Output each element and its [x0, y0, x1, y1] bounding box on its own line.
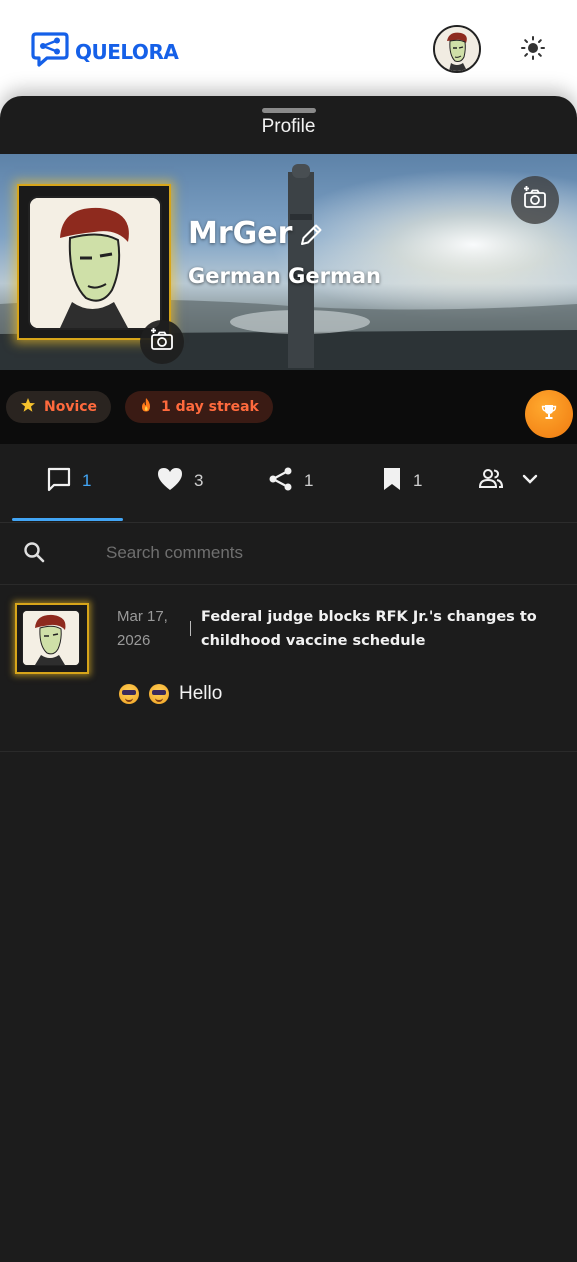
comment-item[interactable]: Mar 17, 2026 Federal judge blocks RFK Jr… — [0, 585, 577, 752]
comment-avatar[interactable] — [22, 610, 80, 666]
bookmark-icon — [381, 466, 403, 497]
comment-avatar-frame — [15, 603, 89, 674]
change-avatar-button[interactable] — [140, 320, 184, 364]
comment-icon — [46, 466, 72, 497]
user-avatar[interactable] — [433, 25, 481, 73]
edit-name-button[interactable] — [296, 220, 326, 250]
heart-icon — [156, 466, 184, 497]
activity-tabs: 1 3 1 1 — [0, 444, 577, 523]
search-icon — [22, 540, 46, 569]
sheet-title: Profile — [261, 116, 316, 137]
tab-followers-dropdown[interactable] — [478, 466, 540, 496]
app-bar: QUELORA — [0, 0, 577, 100]
sheet-drag-handle[interactable] — [262, 108, 316, 113]
pencil-icon — [296, 224, 326, 254]
smiling-face-with-sunglasses-icon — [149, 684, 169, 704]
smiling-face-with-sunglasses-icon — [119, 684, 139, 704]
sun-icon — [520, 35, 546, 66]
change-cover-button[interactable] — [511, 176, 559, 224]
active-tab-indicator — [12, 518, 123, 521]
tab-likes[interactable]: 3 — [156, 466, 203, 496]
comment-article-link[interactable]: Federal judge blocks RFK Jr.'s changes t… — [201, 605, 541, 653]
comment-date-month-day: Mar 17, — [117, 608, 168, 625]
logo-text: QUELORA — [75, 39, 179, 64]
comment-search-bar — [0, 522, 577, 585]
quelora-logo[interactable]: QUELORA — [31, 31, 179, 72]
add-photo-camera-icon — [522, 185, 548, 216]
tab-likes-count: 3 — [194, 471, 204, 490]
comment-date: Mar 17, 2026 — [117, 605, 181, 653]
search-input[interactable] — [104, 538, 548, 568]
fire-icon — [139, 397, 153, 417]
profile-sheet: Profile MrGer German German Novice 1 day… — [0, 96, 577, 1262]
chevron-down-icon — [520, 469, 540, 494]
streak-badge[interactable]: 1 day streak — [125, 391, 273, 423]
tab-bookmarks[interactable]: 1 — [381, 466, 422, 496]
level-badge[interactable]: Novice — [6, 391, 112, 423]
theme-toggle-button[interactable] — [517, 34, 549, 66]
comment-body: Hello — [119, 683, 222, 705]
share-chat-logo-icon — [31, 31, 69, 72]
profile-picture-frame — [17, 184, 184, 364]
share-icon — [268, 466, 294, 497]
profile-username: MrGer — [188, 216, 293, 251]
badges-row: Novice 1 day streak — [0, 370, 577, 444]
tab-comments-count: 1 — [82, 471, 92, 490]
trophy-icon — [540, 403, 558, 426]
people-icon — [478, 466, 504, 497]
comment-text: Hello — [179, 683, 223, 704]
tab-shares[interactable]: 1 — [268, 466, 313, 496]
streak-label: 1 day streak — [161, 399, 259, 415]
level-label: Novice — [44, 399, 98, 415]
comment-separator — [190, 621, 191, 636]
comment-date-year: 2026 — [117, 632, 151, 649]
add-photo-camera-icon — [149, 327, 175, 358]
cover-image: MrGer German German — [0, 154, 577, 370]
star-icon — [20, 397, 36, 417]
tab-comments[interactable]: 1 — [46, 466, 91, 496]
profile-picture[interactable] — [28, 196, 162, 330]
tab-bookmarks-count: 1 — [413, 471, 423, 490]
tab-shares-count: 1 — [304, 471, 314, 490]
profile-full-name: German German — [188, 264, 381, 288]
achievements-button[interactable] — [525, 390, 573, 438]
